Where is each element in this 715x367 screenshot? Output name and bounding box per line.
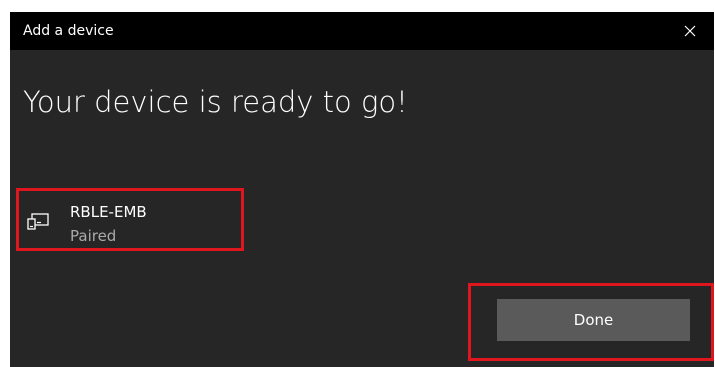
page-heading: Your device is ready to go!	[23, 85, 408, 119]
close-icon	[684, 25, 696, 37]
window-title: Add a device	[23, 23, 114, 39]
title-bar: Add a device	[10, 12, 714, 50]
device-status: Paired	[70, 227, 117, 245]
close-button[interactable]	[666, 12, 714, 50]
device-pc-icon	[27, 213, 49, 230]
device-list-item[interactable]: RBLE-EMB Paired	[16, 188, 244, 251]
done-button[interactable]: Done	[497, 299, 690, 341]
add-device-dialog: Add a device Your device is ready to go!…	[10, 12, 714, 367]
device-name: RBLE-EMB	[70, 203, 147, 221]
